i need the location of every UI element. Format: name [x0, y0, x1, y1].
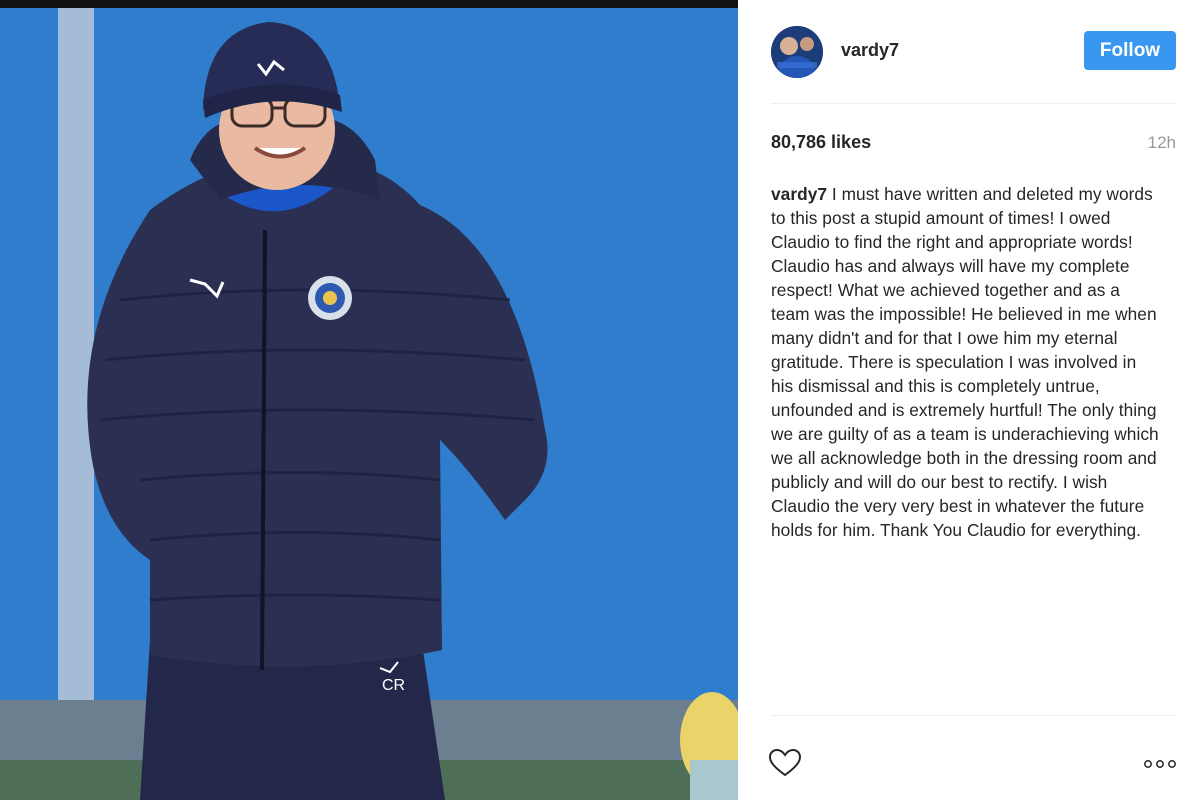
avatar-image	[771, 26, 823, 78]
avatar[interactable]	[771, 26, 823, 78]
post-caption: vardy7 I must have written and deleted m…	[771, 182, 1163, 542]
post-photo[interactable]: CR	[0, 0, 738, 800]
username-link[interactable]: vardy7	[841, 40, 899, 61]
likes-count[interactable]: 80,786 likes	[771, 132, 871, 153]
caption-username-link[interactable]: vardy7	[771, 184, 827, 204]
actions-divider	[771, 715, 1176, 716]
caption-text: I must have written and deleted my words…	[771, 184, 1159, 540]
heart-icon[interactable]	[768, 748, 802, 778]
post-details-panel: vardy7 Follow 80,786 likes 12h vardy7 I …	[738, 0, 1200, 800]
post-timestamp[interactable]: 12h	[1148, 133, 1176, 153]
photo-illustration: CR	[0, 8, 738, 800]
svg-text:CR: CR	[382, 677, 405, 694]
follow-button[interactable]: Follow	[1084, 31, 1176, 70]
header-divider	[771, 103, 1176, 104]
more-options-icon[interactable]	[1142, 758, 1178, 770]
